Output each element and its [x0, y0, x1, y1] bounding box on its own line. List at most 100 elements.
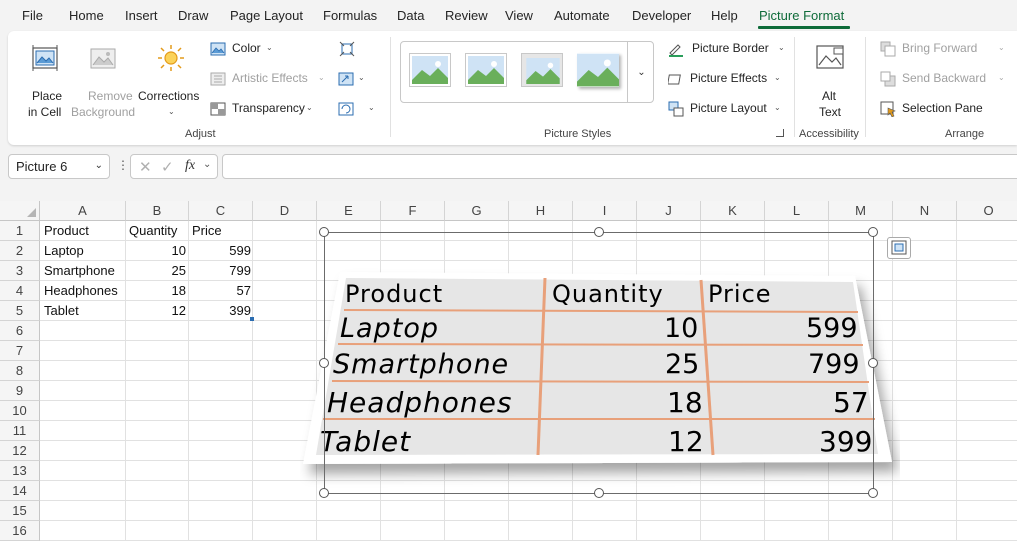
tab-formulas[interactable]: Formulas — [323, 8, 377, 23]
tab-automate[interactable]: Automate — [554, 8, 610, 23]
cell-b4[interactable]: 18 — [126, 281, 189, 301]
column-header-n[interactable]: N — [893, 201, 957, 221]
tab-page-layout[interactable]: Page Layout — [230, 8, 303, 23]
picture-style-4[interactable] — [577, 53, 619, 87]
cell-b1[interactable]: Quantity — [126, 221, 188, 241]
row-header-6[interactable]: 6 — [0, 321, 40, 341]
row-header-8[interactable]: 8 — [0, 361, 40, 381]
picture-effects-button[interactable]: Picture Effects ⌄ — [666, 69, 786, 89]
column-header-o[interactable]: O — [957, 201, 1017, 221]
cell-c1[interactable]: Price — [189, 221, 253, 241]
tab-insert[interactable]: Insert — [125, 8, 158, 23]
cell-a3[interactable]: Smartphone — [41, 261, 125, 281]
row-header-14[interactable]: 14 — [0, 481, 40, 501]
row-header-4[interactable]: 4 — [0, 281, 40, 301]
cell-b5[interactable]: 12 — [126, 301, 189, 321]
row-header-12[interactable]: 12 — [0, 441, 40, 461]
name-box-chevron-icon[interactable]: ⌄ — [95, 160, 103, 171]
row-header-15[interactable]: 15 — [0, 501, 40, 521]
tab-view[interactable]: View — [505, 8, 533, 23]
column-header-c[interactable]: C — [189, 201, 253, 221]
send-backward-button[interactable]: Send Backward ⌄ — [878, 69, 1008, 89]
row-header-3[interactable]: 3 — [0, 261, 40, 281]
transparency-button[interactable]: Transparency ⌄ — [208, 99, 328, 119]
tab-picture-format[interactable]: Picture Format — [759, 8, 844, 23]
cancel-icon[interactable]: ✕ — [139, 158, 152, 176]
column-header-l[interactable]: L — [765, 201, 829, 221]
formula-input[interactable] — [222, 154, 1017, 179]
cell-c5[interactable]: 399 — [189, 301, 254, 321]
selection-pane-button[interactable]: Selection Pane — [878, 99, 1008, 119]
row-header-16[interactable]: 16 — [0, 521, 40, 541]
change-picture-button[interactable]: ⌄ — [338, 69, 368, 89]
resize-handle-bottom[interactable] — [594, 488, 604, 498]
cell-b2[interactable]: 10 — [126, 241, 189, 261]
picture-style-2[interactable] — [465, 53, 507, 87]
column-header-d[interactable]: D — [253, 201, 317, 221]
tab-help[interactable]: Help — [711, 8, 738, 23]
column-header-j[interactable]: J — [637, 201, 701, 221]
layout-options-button[interactable] — [887, 237, 911, 259]
insert-function-button[interactable]: fx — [185, 158, 195, 174]
name-box[interactable]: Picture 6 ⌄ — [8, 154, 110, 179]
cell-c2[interactable]: 599 — [189, 241, 254, 261]
color-button[interactable]: Color ⌄ — [208, 39, 288, 59]
picture-styles-gallery[interactable]: ⌄ — [400, 41, 654, 103]
row-header-1[interactable]: 1 — [0, 221, 40, 241]
tab-file[interactable]: File — [22, 8, 43, 23]
resize-handle-top-left[interactable] — [319, 227, 329, 237]
cell-c3[interactable]: 799 — [189, 261, 254, 281]
cell-a2[interactable]: Laptop — [41, 241, 125, 261]
row-header-2[interactable]: 2 — [0, 241, 40, 261]
row-header-13[interactable]: 13 — [0, 461, 40, 481]
alt-text-button[interactable]: Alt Text — [808, 39, 852, 119]
gallery-more-button[interactable]: ⌄ — [627, 41, 655, 103]
compress-pictures-icon[interactable] — [339, 41, 355, 57]
tab-draw[interactable]: Draw — [178, 8, 208, 23]
enter-icon[interactable]: ✓ — [161, 158, 174, 176]
resize-handle-left[interactable] — [319, 358, 329, 368]
cell-b3[interactable]: 25 — [126, 261, 189, 281]
cell-a1[interactable]: Product — [41, 221, 125, 241]
remove-background-button[interactable]: Remove Background — [70, 39, 140, 119]
picture-style-3[interactable] — [521, 53, 563, 87]
resize-handle-bottom-right[interactable] — [868, 488, 878, 498]
resize-handle-top-right[interactable] — [868, 227, 878, 237]
row-header-7[interactable]: 7 — [0, 341, 40, 361]
range-fill-handle-icon[interactable] — [250, 317, 254, 321]
column-header-f[interactable]: F — [381, 201, 445, 221]
row-header-9[interactable]: 9 — [0, 381, 40, 401]
place-in-cell-button[interactable]: Place in Cell — [22, 39, 68, 119]
insert-function-chevron-icon[interactable]: ⌄ — [203, 159, 211, 170]
cell-a4[interactable]: Headphones — [41, 281, 125, 301]
artistic-effects-button[interactable]: Artistic Effects ⌄ — [208, 69, 328, 89]
column-header-i[interactable]: I — [573, 201, 637, 221]
column-header-e[interactable]: E — [317, 201, 381, 221]
cell-c4[interactable]: 57 — [189, 281, 254, 301]
row-header-10[interactable]: 10 — [0, 401, 40, 421]
column-header-m[interactable]: M — [829, 201, 893, 221]
row-header-5[interactable]: 5 — [0, 301, 40, 321]
bring-forward-button[interactable]: Bring Forward ⌄ — [878, 39, 1008, 59]
corrections-button[interactable]: Corrections ⌄ — [138, 39, 204, 119]
select-all-corner[interactable] — [0, 201, 40, 221]
resize-handle-right[interactable] — [868, 358, 878, 368]
tab-developer[interactable]: Developer — [632, 8, 691, 23]
row-header-11[interactable]: 11 — [0, 421, 40, 441]
formula-bar-options-icon[interactable]: ⋮ — [117, 158, 129, 172]
column-header-b[interactable]: B — [126, 201, 189, 221]
column-header-k[interactable]: K — [701, 201, 765, 221]
format-picture-launcher-icon[interactable] — [776, 129, 784, 137]
resize-handle-bottom-left[interactable] — [319, 488, 329, 498]
tab-data[interactable]: Data — [397, 8, 424, 23]
picture-style-1[interactable] — [409, 53, 451, 87]
cell-a5[interactable]: Tablet — [41, 301, 125, 321]
column-header-g[interactable]: G — [445, 201, 509, 221]
tab-home[interactable]: Home — [69, 8, 104, 23]
column-header-h[interactable]: H — [509, 201, 573, 221]
picture-border-button[interactable]: Picture Border ⌄ — [666, 39, 786, 59]
tab-review[interactable]: Review — [445, 8, 488, 23]
reset-picture-button[interactable]: ⌄ — [338, 99, 378, 119]
resize-handle-top[interactable] — [594, 227, 604, 237]
column-header-a[interactable]: A — [40, 201, 126, 221]
